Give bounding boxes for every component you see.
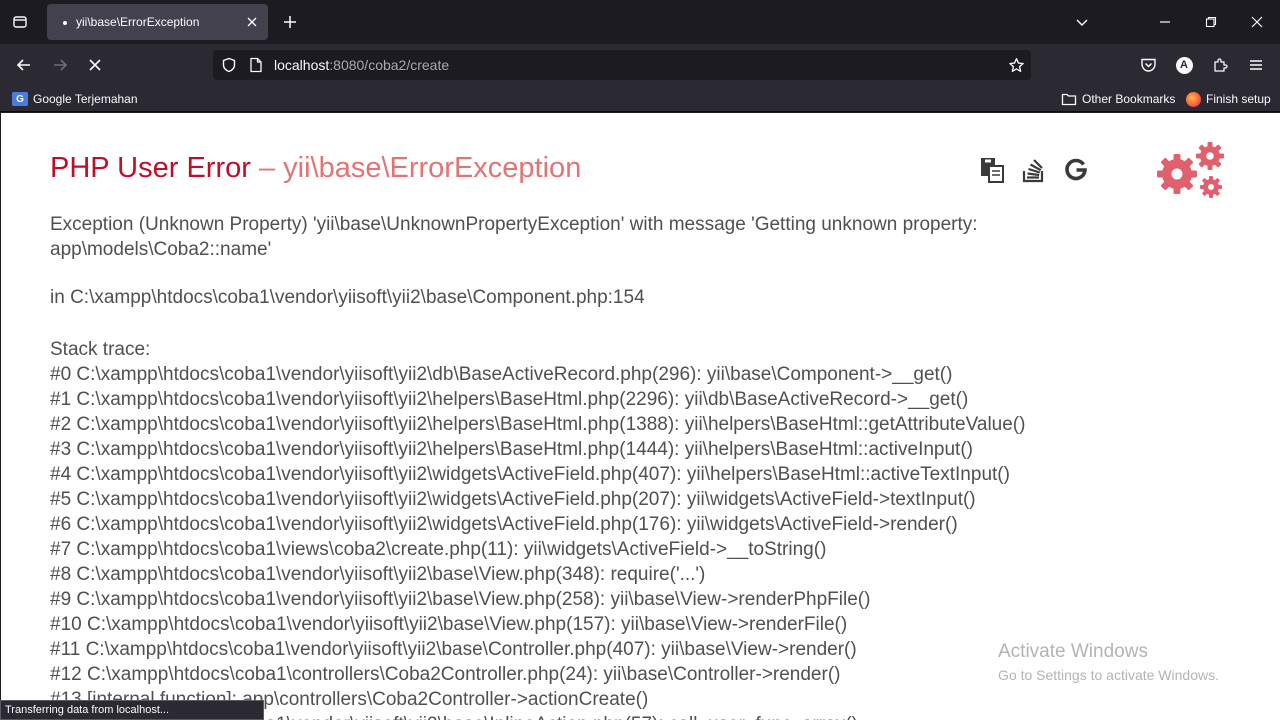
page-content: PHP User Error – yii\base\ErrorException bbox=[1, 113, 1280, 720]
page-info-icon[interactable] bbox=[248, 57, 264, 73]
app-menu-button[interactable] bbox=[1245, 54, 1267, 76]
tab-title: yii\base\ErrorException bbox=[76, 15, 200, 29]
url-path: :8080/coba2/create bbox=[329, 57, 450, 73]
bookmark-google-terjemahan[interactable]: G Google Terjemahan bbox=[12, 91, 138, 107]
stack-trace-line: #10 C:\xampp\htdocs\coba1\vendor\yiisoft… bbox=[50, 614, 848, 635]
close-icon bbox=[1251, 16, 1263, 28]
bookmark-label: Other Bookmarks bbox=[1082, 92, 1176, 106]
restore-icon bbox=[1205, 16, 1217, 28]
pocket-button[interactable] bbox=[1137, 54, 1159, 76]
stack-trace-line: #2 C:\xampp\htdocs\coba1\vendor\yiisoft\… bbox=[50, 414, 1026, 435]
stack-trace-line: #12 C:\xampp\htdocs\coba1\controllers\Co… bbox=[50, 664, 841, 685]
copy-icon bbox=[981, 158, 1004, 183]
restore-button[interactable] bbox=[1199, 10, 1223, 34]
error-type: PHP User Error bbox=[50, 152, 251, 184]
close-icon bbox=[247, 17, 257, 27]
other-bookmarks-button[interactable]: Other Bookmarks bbox=[1061, 91, 1175, 107]
page-title: PHP User Error – yii\base\ErrorException bbox=[50, 152, 581, 185]
gears-icon bbox=[1157, 142, 1224, 198]
stack-trace-line: #3 C:\xampp\htdocs\coba1\vendor\yiisoft\… bbox=[50, 439, 973, 460]
plus-icon bbox=[284, 16, 296, 28]
tab-list-button[interactable] bbox=[8, 10, 32, 34]
search-stackoverflow-button[interactable] bbox=[1021, 156, 1047, 184]
tab-strip: yii\base\ErrorException bbox=[0, 0, 1280, 44]
status-panel: Transferring data from localhost... bbox=[0, 700, 264, 720]
google-search-icon bbox=[1065, 158, 1087, 181]
browser-window: yii\base\ErrorException localhost:8080/c… bbox=[0, 0, 1280, 720]
close-window-button[interactable] bbox=[1245, 10, 1269, 34]
activate-windows-watermark: Activate Windows Go to Settings to activ… bbox=[998, 641, 1219, 683]
pocket-icon bbox=[1140, 58, 1156, 72]
extensions-button[interactable] bbox=[1209, 54, 1231, 76]
stop-icon bbox=[89, 59, 101, 71]
navigation-toolbar: localhost:8080/coba2/create A bbox=[0, 44, 1280, 86]
chevron-down-icon bbox=[1076, 19, 1088, 26]
error-tools bbox=[979, 155, 1089, 185]
account-button[interactable]: A bbox=[1173, 54, 1195, 76]
stack-trace-line: #11 C:\xampp\htdocs\coba1\vendor\yiisoft… bbox=[50, 639, 857, 660]
tab-active[interactable]: yii\base\ErrorException bbox=[47, 4, 268, 40]
back-button[interactable] bbox=[11, 52, 37, 78]
stack-trace-line: #9 C:\xampp\htdocs\coba1\vendor\yiisoft\… bbox=[50, 589, 871, 610]
watermark-subtitle: Go to Settings to activate Windows. bbox=[998, 667, 1219, 683]
stack-trace-line: #4 C:\xampp\htdocs\coba1\vendor\yiisoft\… bbox=[50, 464, 1010, 485]
new-tab-button[interactable] bbox=[278, 10, 302, 34]
hamburger-menu-icon bbox=[1250, 60, 1262, 70]
bookmark-star-button[interactable] bbox=[1007, 56, 1025, 74]
arrow-right-icon bbox=[54, 59, 68, 71]
copy-stacktrace-button[interactable] bbox=[979, 156, 1005, 184]
stack-overflow-icon bbox=[1022, 159, 1044, 183]
stack-trace-line: #0 C:\xampp\htdocs\coba1\vendor\yiisoft\… bbox=[50, 364, 953, 385]
bookmark-label: Google Terjemahan bbox=[33, 92, 138, 106]
star-icon bbox=[1008, 57, 1024, 72]
avatar: A bbox=[1175, 56, 1193, 74]
list-all-tabs-button[interactable] bbox=[1070, 10, 1094, 34]
watermark-title: Activate Windows bbox=[998, 641, 1148, 662]
search-google-button[interactable] bbox=[1063, 156, 1089, 184]
stack-trace-line: #1 C:\xampp\htdocs\coba1\vendor\yiisoft\… bbox=[50, 389, 969, 410]
minimize-button[interactable] bbox=[1153, 10, 1177, 34]
url-text[interactable]: localhost:8080/coba2/create bbox=[274, 57, 449, 73]
firefox-icon bbox=[1186, 91, 1201, 107]
stack-trace: Stack trace: #0 C:\xampp\htdocs\coba1\ve… bbox=[50, 337, 1025, 720]
stack-trace-line: #6 C:\xampp\htdocs\coba1\vendor\yiisoft\… bbox=[50, 514, 958, 535]
exception-message: Exception (Unknown Property) 'yii\base\U… bbox=[50, 214, 978, 260]
stack-trace-line: #5 C:\xampp\htdocs\coba1\vendor\yiisoft\… bbox=[50, 489, 976, 510]
exception-location: in C:\xampp\htdocs\coba1\vendor\yiisoft\… bbox=[50, 287, 645, 308]
folder-icon bbox=[1061, 93, 1077, 106]
minimize-icon bbox=[1160, 21, 1170, 23]
url-host: localhost bbox=[274, 57, 330, 73]
bookmark-label: Finish setup bbox=[1206, 92, 1271, 106]
forward-button[interactable] bbox=[47, 52, 73, 78]
stack-trace-label: Stack trace: bbox=[50, 339, 151, 360]
tab-list-icon bbox=[13, 16, 27, 28]
address-bar[interactable]: localhost:8080/coba2/create bbox=[213, 50, 1031, 80]
finish-setup-button[interactable]: Finish setup bbox=[1186, 91, 1271, 107]
stack-trace-line: #7 C:\xampp\htdocs\coba1\views\coba2\cre… bbox=[50, 539, 827, 560]
tab-loading-dot-icon bbox=[63, 21, 67, 25]
arrow-left-icon bbox=[16, 59, 30, 71]
google-translate-icon: G bbox=[12, 92, 28, 106]
tracking-protection-shield-icon[interactable] bbox=[221, 57, 237, 73]
stack-trace-line: #8 C:\xampp\htdocs\coba1\vendor\yiisoft\… bbox=[50, 564, 706, 585]
error-class: – yii\base\ErrorException bbox=[250, 152, 582, 184]
stop-button[interactable] bbox=[82, 52, 108, 78]
bookmarks-toolbar: G Google Terjemahan Other Bookmarks Fini… bbox=[0, 86, 1280, 112]
tab-close-button[interactable] bbox=[244, 14, 260, 30]
puzzle-icon bbox=[1214, 58, 1228, 72]
